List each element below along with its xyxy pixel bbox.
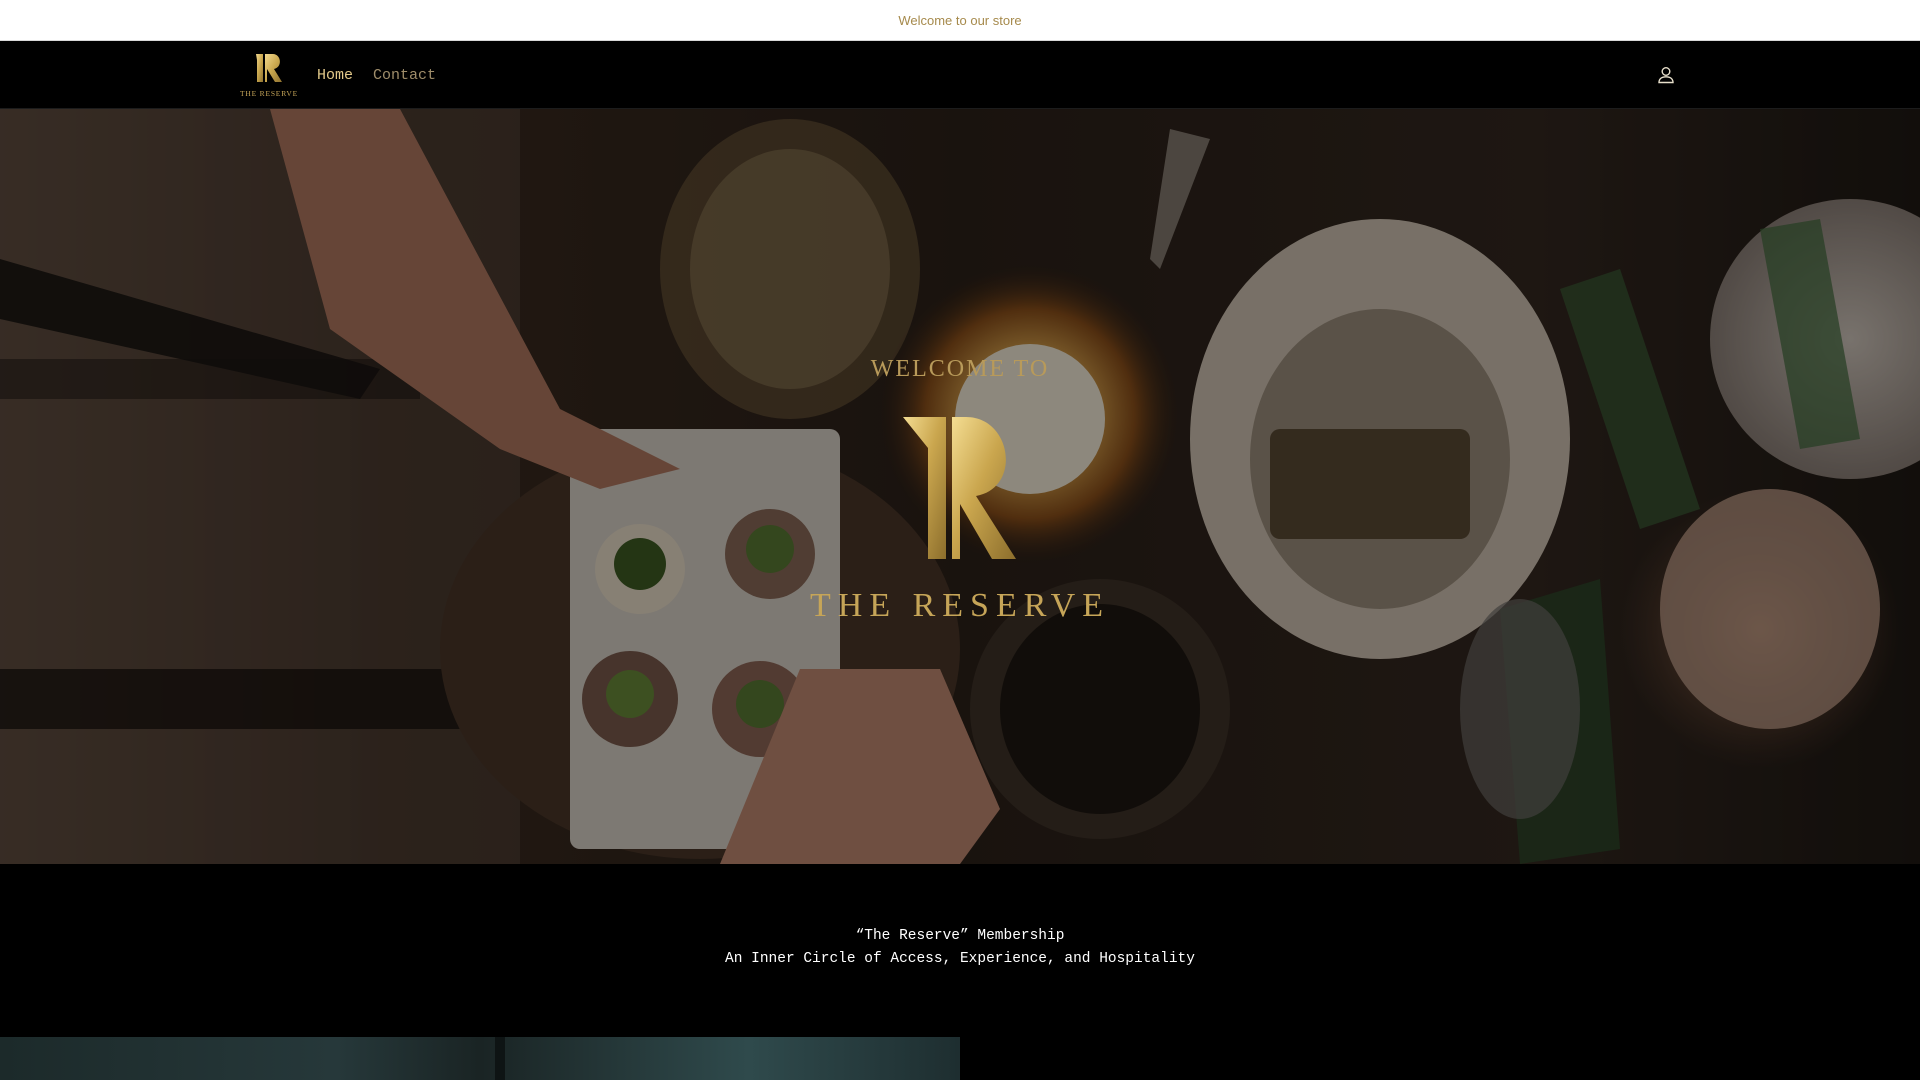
nav-home-link[interactable]: Home <box>317 67 353 84</box>
image-post-detail <box>495 1037 505 1080</box>
main-nav: Home Contact <box>317 41 436 109</box>
hero-brand-name: THE RESERVE <box>810 587 1110 624</box>
membership-section: “The Reserve” Membership An Inner Circle… <box>0 864 1920 1037</box>
featured-image <box>0 1037 960 1080</box>
membership-subtitle: An Inner Circle of Access, Experience, a… <box>725 951 1195 967</box>
logo-wordmark: THE RESERVE <box>240 89 298 98</box>
account-icon[interactable] <box>1654 63 1678 87</box>
announcement-bar: Welcome to our store <box>0 0 1920 41</box>
site-header: THE RESERVE Home Contact <box>0 41 1920 109</box>
hero-logo-mark <box>903 417 1016 559</box>
membership-title: “The Reserve” Membership <box>855 928 1065 944</box>
hero-banner: WELCOME TO THE RESERVE <box>0 109 1920 864</box>
nav-contact-link[interactable]: Contact <box>373 67 436 84</box>
hero-welcome-text: WELCOME TO <box>870 356 1050 382</box>
store-logo[interactable]: THE RESERVE <box>240 51 298 99</box>
announcement-text: Welcome to our store <box>898 12 1022 28</box>
